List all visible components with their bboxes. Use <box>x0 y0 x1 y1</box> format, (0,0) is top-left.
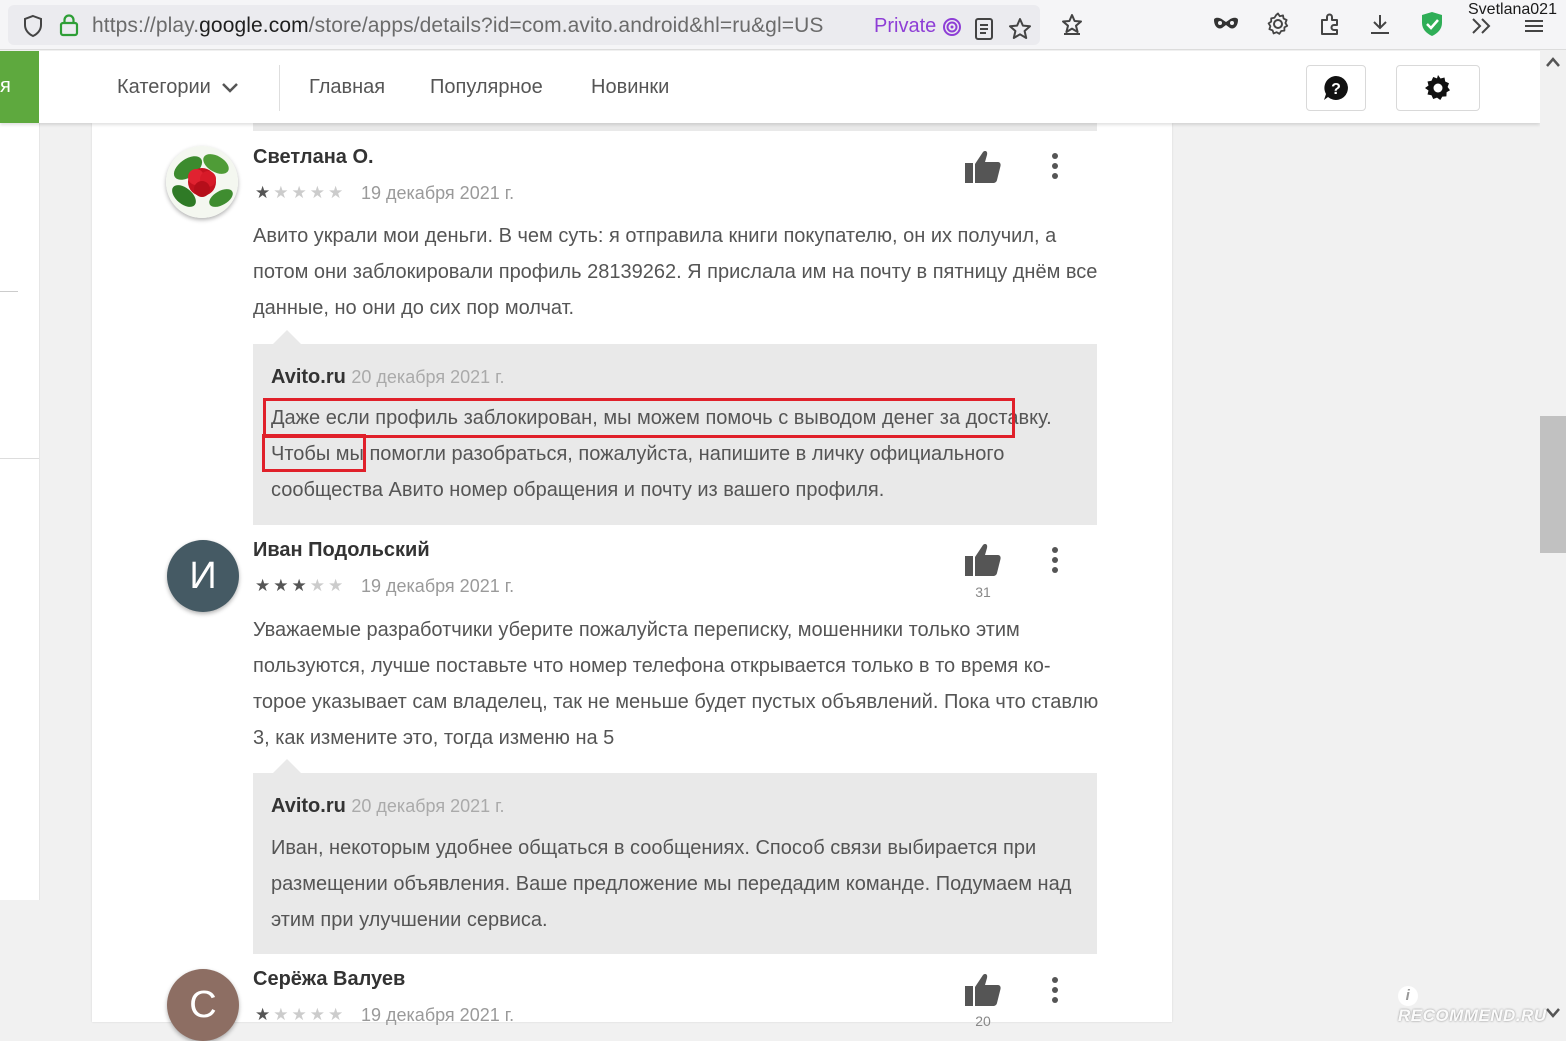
settings-gear-icon[interactable] <box>1264 10 1292 38</box>
star-rating: ★★★★★ <box>255 576 347 595</box>
more-options-icon[interactable] <box>1046 153 1064 183</box>
browser-toolbar: https://play.google.com/store/apps/detai… <box>0 0 1566 50</box>
sidebar-divider <box>0 458 39 459</box>
review-author: Серёжа Валуев <box>253 968 406 990</box>
pocket-star-icon[interactable] <box>1058 10 1086 38</box>
profile-name: Svetlana021 <box>1468 1 1557 18</box>
nav-new[interactable]: Новинки <box>591 76 669 99</box>
reply-date: 20 декабря 2021 г. <box>351 367 505 387</box>
gear-icon <box>1425 75 1450 100</box>
review-text: Уважаемые разработчики уберите пожалуйст… <box>253 619 1099 749</box>
categories-dropdown[interactable]: Категории <box>117 76 239 99</box>
star-rating: ★★★★★ <box>255 183 347 202</box>
star-rating: ★★★★★ <box>255 1005 347 1024</box>
previous-reply-bottom <box>253 123 1097 131</box>
reply-date: 20 декабря 2021 г. <box>351 796 505 816</box>
chevron-down-icon <box>222 83 239 93</box>
private-label: Private <box>874 15 937 37</box>
highlight-box <box>262 434 366 472</box>
review-author: Иван Подольский <box>253 539 430 561</box>
private-browsing-mask-icon[interactable] <box>1212 10 1240 38</box>
developer-reply: Avito.ru 20 декабря 2021 г. Иван, некото… <box>253 759 1097 954</box>
scrollbar-thumb[interactable] <box>1540 416 1566 553</box>
vertical-scrollbar[interactable] <box>1540 51 1566 1022</box>
svg-text:?: ? <box>1331 81 1341 98</box>
review-text: Авито украли мои деньги. В чем суть: я о… <box>253 225 1098 319</box>
help-icon: ? <box>1324 76 1348 100</box>
reply-header: Avito.ru 20 декабря 2021 г. <box>271 795 505 818</box>
reply-developer: Avito.ru <box>271 366 346 388</box>
avatar-flower <box>166 146 238 218</box>
reply-header: Avito.ru 20 декабря 2021 г. <box>271 366 505 389</box>
thumbs-up-icon[interactable] <box>964 150 1002 184</box>
extensions-puzzle-icon[interactable] <box>1316 10 1344 38</box>
thumbs-up-icon[interactable] <box>964 973 1002 1007</box>
watermark: iRECOMMEND.RU <box>1398 986 1547 1025</box>
recommend-logo-icon: i <box>1398 986 1418 1006</box>
nav-popular[interactable]: Популярное <box>430 76 543 99</box>
help-button[interactable]: ? <box>1306 65 1366 111</box>
reply-developer: Avito.ru <box>271 795 346 817</box>
review-date: 19 декабря 2021 г. <box>361 576 515 596</box>
address-bar[interactable]: https://play.google.com/store/apps/detai… <box>8 5 1040 45</box>
lock-icon[interactable] <box>58 13 80 42</box>
settings-button[interactable] <box>1396 65 1480 111</box>
adblock-shield-icon[interactable] <box>1418 10 1446 38</box>
thumbs-up-icon[interactable] <box>964 543 1002 577</box>
nav-home[interactable]: Главная <box>309 76 385 99</box>
downloads-icon[interactable] <box>1366 10 1394 38</box>
avatar: И <box>167 540 239 612</box>
helpful-count: 31 <box>975 584 991 600</box>
helpful-count: 20 <box>975 1013 991 1029</box>
nav-divider <box>279 65 280 111</box>
private-mask-icon <box>942 17 962 42</box>
scroll-up-arrow-icon[interactable] <box>1546 57 1560 67</box>
reader-view-icon[interactable] <box>970 15 998 43</box>
avatar: С <box>167 969 239 1041</box>
highlight-box <box>263 398 1015 438</box>
categories-label: Категории <box>117 76 211 98</box>
review-author: Светлана О. <box>253 146 374 168</box>
left-sidebar-fragment <box>0 123 40 900</box>
review-date: 19 декабря 2021 г. <box>361 183 515 203</box>
review-date: 19 декабря 2021 г. <box>361 1005 515 1025</box>
reply-text: Иван, некоторым удобнее общаться в сообщ… <box>271 837 1072 931</box>
play-store-header: я Категории Главная Популярное Новинки ? <box>0 51 1540 123</box>
tracking-protection-shield-icon[interactable] <box>22 14 44 43</box>
bookmark-star-icon[interactable] <box>1006 15 1034 43</box>
more-options-icon[interactable] <box>1046 977 1064 1007</box>
sidebar-divider <box>0 291 18 292</box>
more-options-icon[interactable] <box>1046 547 1064 577</box>
apps-tab[interactable]: я <box>0 51 39 123</box>
url-text[interactable]: https://play.google.com/store/apps/detai… <box>92 14 823 38</box>
